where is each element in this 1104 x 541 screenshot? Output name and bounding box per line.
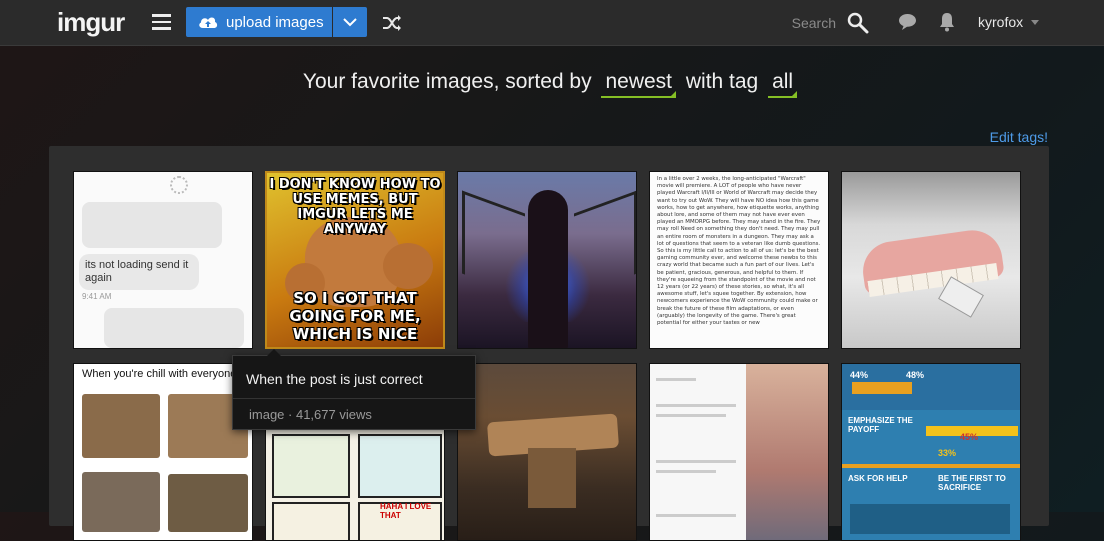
photo-placeholder <box>168 474 248 532</box>
chat-bubble <box>82 202 222 248</box>
infographic-percent: 45% <box>960 432 979 442</box>
search-input[interactable] <box>742 11 838 35</box>
upload-options-dropdown[interactable] <box>333 7 367 37</box>
tooltip-title: When the post is just correct <box>246 371 423 387</box>
photo-column <box>746 364 828 540</box>
comic-panel <box>272 502 350 540</box>
tweet-line <box>656 414 726 417</box>
headline-middle: with tag <box>685 70 759 93</box>
art-figure-shape <box>528 190 568 348</box>
tweet-line <box>656 470 716 473</box>
comic-panel <box>272 434 350 498</box>
gallery-thumbnail[interactable] <box>457 363 637 541</box>
favorites-headline: Your favorite images, sorted by newest w… <box>0 70 1104 98</box>
meme-top-text: I DON'T KNOW HOW TO USE MEMES, BUT IMGUR… <box>269 177 441 237</box>
text-post-body: In a little over 2 weeks, the long-antic… <box>657 176 821 327</box>
infographic-band <box>850 504 1010 534</box>
upload-images-button[interactable]: upload images <box>186 7 332 37</box>
imgur-logo[interactable]: imgur <box>57 7 125 38</box>
loading-spinner-icon <box>170 176 188 194</box>
gallery-thumbnail[interactable]: I DON'T KNOW HOW TO USE MEMES, BUT IMGUR… <box>265 171 445 349</box>
tooltip-arrow <box>267 349 281 356</box>
photo-placeholder <box>82 472 160 532</box>
tweet-line <box>656 378 696 381</box>
infographic-figures <box>852 382 912 394</box>
headline-prefix: Your favorite images, sorted by <box>302 70 592 93</box>
chat-bubble <box>104 308 244 348</box>
gallery-thumbnail[interactable] <box>841 171 1021 349</box>
user-caret-down-icon[interactable] <box>1031 20 1039 25</box>
chevron-down-icon <box>343 17 357 26</box>
infographic-percent: 33% <box>938 448 957 458</box>
top-navigation-bar: imgur upload images kyrofox <box>0 0 1104 46</box>
sort-dropdown[interactable]: newest <box>601 70 676 98</box>
meme-hand-shape <box>383 243 433 289</box>
upload-images-label: upload images <box>226 13 324 31</box>
gallery-thumbnail[interactable]: In a little over 2 weeks, the long-antic… <box>649 171 829 349</box>
tweet-column <box>650 364 746 540</box>
favorites-gallery: its not loading send it again 9:41 AM I … <box>49 146 1049 541</box>
gallery-thumbnail[interactable] <box>649 363 829 541</box>
edit-tags-link[interactable]: Edit tags! <box>990 129 1048 145</box>
search-icon[interactable] <box>847 12 869 34</box>
image-caption: When you're chill with everyone <box>82 368 237 380</box>
infographic-percent: 48% <box>906 370 925 380</box>
messages-icon[interactable] <box>898 13 917 31</box>
gallery-thumbnail[interactable]: its not loading send it again 9:41 AM <box>73 171 253 349</box>
tooltip-meta: image · 41,677 views <box>249 407 372 422</box>
photo-placeholder <box>82 394 160 458</box>
tweet-line <box>656 460 736 463</box>
gallery-thumbnail[interactable]: 44% 48% EMPHASIZE THE PAYOFF 45% 33% ASK… <box>841 363 1021 541</box>
comic-panel <box>358 434 442 498</box>
menu-icon[interactable] <box>152 14 171 30</box>
chat-bubble-text: its not loading send it again <box>79 254 199 290</box>
chat-time: 9:41 AM <box>82 292 112 301</box>
tooltip-divider <box>233 398 475 399</box>
wooden-table-base-shape <box>528 448 576 508</box>
infographic-heading: BE THE FIRST TO SACRIFICE <box>938 474 1006 492</box>
infographic-heading: ASK FOR HELP <box>848 474 908 483</box>
notifications-bell-icon[interactable] <box>938 12 956 32</box>
gallery-thumbnail[interactable]: When you're chill with everyone <box>73 363 253 541</box>
image-hover-tooltip: When the post is just correct image · 41… <box>232 349 476 430</box>
comic-text: HAHA I LOVE THAT <box>380 502 432 520</box>
infographic-heading: EMPHASIZE THE PAYOFF <box>848 416 913 434</box>
meme-bottom-text: SO I GOT THAT GOING FOR ME, WHICH IS NIC… <box>289 289 421 343</box>
tweet-line <box>656 514 736 517</box>
gallery-thumbnail[interactable] <box>457 171 637 349</box>
username-menu[interactable]: kyrofox <box>978 14 1023 30</box>
shuffle-icon[interactable] <box>381 12 403 34</box>
tag-dropdown[interactable]: all <box>768 70 798 98</box>
infographic-percent: 44% <box>850 370 869 380</box>
tweet-line <box>656 404 736 407</box>
infographic-divider <box>842 464 1020 468</box>
cloud-upload-icon <box>199 17 218 28</box>
